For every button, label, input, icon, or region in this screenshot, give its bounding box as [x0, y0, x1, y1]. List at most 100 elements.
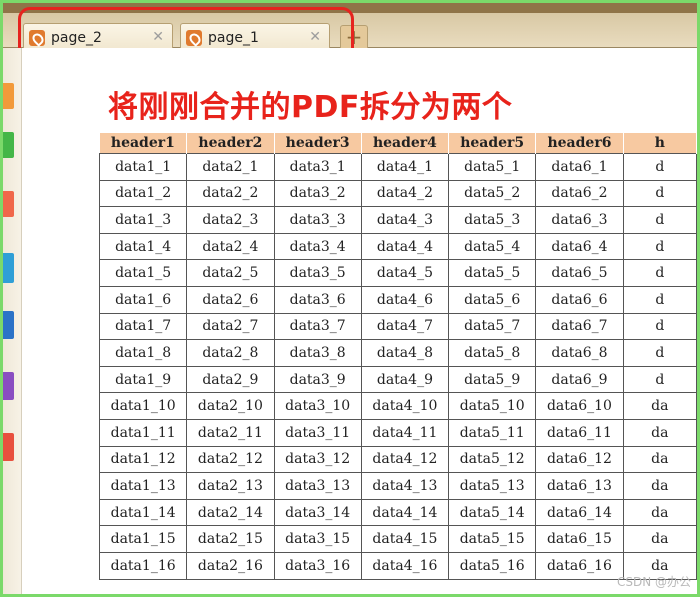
- table-cell: data5_2: [448, 179, 537, 208]
- table-cell: data1_3: [98, 206, 188, 234]
- table-cell: data5_4: [448, 232, 537, 261]
- table-cell: data4_16: [360, 551, 450, 580]
- table-cell: data2_16: [186, 551, 275, 580]
- table-cell: data1_1: [98, 153, 188, 181]
- table-cell: data3_10: [273, 392, 362, 420]
- table-cell: data5_5: [448, 259, 537, 287]
- table-cell: data2_15: [186, 525, 275, 553]
- table-cell: data5_14: [448, 498, 537, 527]
- table-cell: data4_4: [360, 232, 450, 261]
- column-header: h: [623, 133, 697, 154]
- tool-icon[interactable]: [3, 311, 14, 339]
- table-cell: data3_7: [273, 312, 362, 341]
- table-cell: data3_6: [273, 285, 362, 314]
- table-cell: data1_16: [98, 551, 188, 580]
- table-cell: data3_13: [273, 472, 362, 500]
- table-cell: data5_1: [448, 153, 537, 181]
- table-cell: data6_6: [535, 285, 624, 314]
- table-cell: data1_4: [98, 232, 188, 261]
- table-cell: data5_16: [448, 551, 537, 580]
- table-cell: data3_2: [273, 179, 362, 208]
- table-cell: data4_1: [360, 153, 450, 181]
- table-cell: data4_15: [360, 525, 450, 553]
- table-cell: data6_3: [535, 206, 624, 234]
- table-cell: d: [622, 285, 697, 314]
- table-cell: data4_9: [360, 365, 450, 394]
- table-cell: data6_7: [535, 312, 624, 341]
- column-header: header4: [361, 133, 450, 154]
- table-cell: d: [622, 206, 697, 234]
- table-cell: data5_12: [448, 445, 537, 474]
- table-cell: data2_8: [186, 339, 275, 367]
- table-cell: data6_1: [535, 153, 624, 181]
- column-header: header6: [535, 133, 624, 154]
- table-cell: data2_14: [186, 498, 275, 527]
- table-cell: d: [622, 232, 697, 261]
- table-cell: data3_12: [273, 445, 362, 474]
- table-cell: data6_12: [535, 445, 624, 474]
- table-cell: data6_4: [535, 232, 624, 261]
- table-row: data1_5 data2_5 data3_5 data4_5 data5_5 data6…: [98, 259, 697, 287]
- column-header: header2: [186, 133, 275, 154]
- table-cell: data3_4: [273, 232, 362, 261]
- table-cell: data2_12: [186, 445, 275, 474]
- tool-icon[interactable]: [3, 191, 14, 217]
- table-cell: data3_15: [273, 525, 362, 553]
- table-cell: data5_7: [448, 312, 537, 341]
- table-cell: data6_5: [535, 259, 624, 287]
- table-row: data1_14 data2_14 data3_14 data4_14 data5_14…: [98, 498, 697, 527]
- table-cell: data3_14: [273, 498, 362, 527]
- left-toolbar: [3, 48, 22, 594]
- table-row: data1_1 data2_1 data3_1 data4_1 data5_1 data6…: [98, 153, 697, 181]
- table-cell: data3_3: [273, 206, 362, 234]
- table-cell: data2_1: [186, 153, 275, 181]
- table-cell: data4_3: [360, 206, 450, 234]
- table-cell: data4_2: [360, 179, 450, 208]
- tool-icon[interactable]: [3, 372, 14, 400]
- table-row: data1_3 data2_3 data3_3 data4_3 data5_3 data6…: [98, 206, 697, 234]
- table-cell: d: [622, 179, 697, 208]
- table-row: data1_10 data2_10 data3_10 data4_10 data5_10…: [98, 392, 697, 420]
- table-cell: data1_7: [98, 312, 188, 341]
- table-row: data1_12 data2_12 data3_12 data4_12 data5_12…: [98, 445, 697, 474]
- table-cell: data5_3: [448, 206, 537, 234]
- tool-icon[interactable]: [3, 253, 14, 283]
- table-cell: data2_13: [186, 472, 275, 500]
- table-cell: da: [622, 472, 697, 500]
- table-cell: d: [622, 153, 697, 181]
- table-cell: data2_2: [186, 179, 275, 208]
- table-cell: data1_9: [98, 365, 188, 394]
- table-cell: d: [622, 365, 697, 394]
- data-table: header1 header2 header3 header4 header5 …: [98, 133, 697, 580]
- tool-icon[interactable]: [3, 433, 14, 461]
- table-cell: data4_14: [360, 498, 450, 527]
- table-row: data1_11 data2_11 data3_11 data4_11 data5_11…: [98, 418, 697, 447]
- table-header-row: header1 header2 header3 header4 header5 …: [99, 133, 697, 154]
- tool-icon[interactable]: [3, 132, 14, 158]
- table-cell: data4_5: [360, 259, 450, 287]
- table-cell: da: [622, 418, 697, 447]
- table-cell: data1_6: [98, 285, 188, 314]
- table-cell: data5_9: [448, 365, 537, 394]
- table-cell: data4_10: [360, 392, 450, 420]
- table-cell: data6_14: [535, 498, 624, 527]
- table-row: data1_6 data2_6 data3_6 data4_6 data5_6 data6…: [98, 285, 697, 314]
- table-cell: data1_12: [98, 445, 188, 474]
- table-row: data1_13 data2_13 data3_13 data4_13 data5_13…: [98, 472, 697, 500]
- column-header: header5: [448, 133, 537, 154]
- table-cell: data1_11: [98, 418, 188, 447]
- table-row: data1_8 data2_8 data3_8 data4_8 data5_8 data6…: [98, 339, 697, 367]
- table-cell: data5_13: [448, 472, 537, 500]
- table-cell: data3_5: [273, 259, 362, 287]
- table-cell: da: [622, 498, 697, 527]
- table-cell: data4_12: [360, 445, 450, 474]
- table-cell: data1_15: [98, 525, 188, 553]
- table-cell: data5_15: [448, 525, 537, 553]
- app-window: page_2 ✕ page_1 ✕ + 将刚刚合并的PDF拆分为两个 heade…: [3, 3, 697, 594]
- table-cell: data4_6: [360, 285, 450, 314]
- table-cell: data2_11: [186, 418, 275, 447]
- tool-icon[interactable]: [3, 83, 14, 109]
- table-cell: data1_13: [98, 472, 188, 500]
- table-cell: data2_6: [186, 285, 275, 314]
- table-cell: data5_10: [448, 392, 537, 420]
